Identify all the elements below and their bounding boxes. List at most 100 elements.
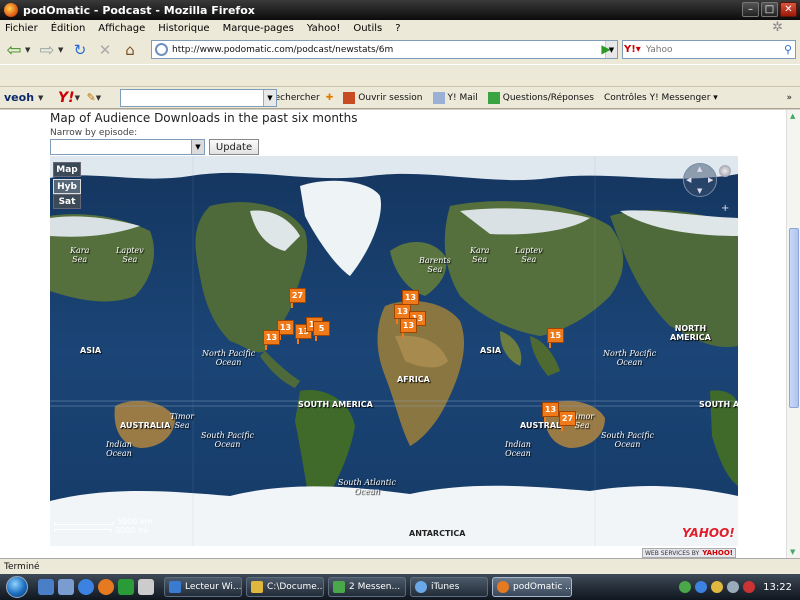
tray-messenger-icon[interactable] [679,581,692,593]
address-bar[interactable]: http://www.podomatic.com/podcast/newstat… [151,40,618,59]
vertical-scrollbar[interactable]: ▲ ▼ [786,110,800,558]
yahoo-search-field[interactable]: ▼ [120,89,277,107]
start-button[interactable] [0,574,34,600]
veoh-dropdown[interactable]: ▼ [38,94,46,102]
forward-history-dropdown[interactable]: ▼ [58,46,66,54]
messenger-button[interactable]: Contrôles Y! Messenger ▾ [604,93,718,103]
menu-yahoo[interactable]: Yahoo! [307,23,340,34]
download-marker[interactable]: 27 [559,411,576,431]
pan-up-icon[interactable]: ▲ [697,165,702,173]
messenger-icon [333,581,345,593]
firefox-quicklaunch-icon[interactable] [98,579,114,595]
download-marker[interactable]: 27 [289,288,306,308]
search-input[interactable] [646,44,766,55]
download-marker[interactable]: 13 [402,290,419,310]
address-url[interactable]: http://www.podomatic.com/podcast/newstat… [172,45,605,55]
answers-label: Questions/Réponses [502,92,594,103]
menu-help[interactable]: ? [395,23,400,34]
download-marker[interactable]: 13 [400,318,417,338]
menu-outils[interactable]: Outils [353,23,382,34]
close-button[interactable]: ✕ [780,2,797,17]
plus-icon[interactable]: ✚ [326,93,334,103]
scale-bar-mi [54,529,112,532]
download-marker[interactable]: 5 [313,321,330,341]
zoom-knob[interactable] [719,165,731,177]
media-icon[interactable] [118,579,134,595]
download-marker[interactable]: 13 [263,330,280,350]
menu-fichier[interactable]: Fichier [5,23,38,34]
switch-windows-icon[interactable] [58,579,74,595]
yahoo-search-dropdown[interactable]: ▼ [263,90,276,106]
show-desktop-icon[interactable] [38,579,54,595]
search-icon[interactable]: ⚲ [784,43,792,56]
zoom-slider[interactable]: + [718,161,732,216]
map-type-satellite-button[interactable]: Sat [53,194,81,209]
search-box[interactable]: Y!▾ ⚲ [622,40,796,59]
label-indian-ocean-1: Indian Ocean [106,440,132,458]
pan-left-icon[interactable]: ◀ [686,176,691,184]
map-type-map-button[interactable]: Map [53,162,81,177]
ie-icon[interactable] [78,579,94,595]
pencil-dropdown[interactable]: ▼ [96,94,104,102]
pan-down-icon[interactable]: ▼ [697,187,702,195]
app-icon[interactable] [138,579,154,595]
search-engine-icon[interactable]: Y!▾ [624,42,646,57]
web-services-badge[interactable]: WEB SERVICES BY YAHOO! [642,548,736,558]
menu-affichage[interactable]: Affichage [98,23,145,34]
back-button[interactable]: ⇦ [3,39,25,61]
episode-select[interactable]: ▼ [50,139,205,155]
tray-security-icon[interactable] [711,581,724,593]
answers-icon [487,91,500,104]
label-south-pacific-1: South Pacific Ocean [201,431,255,449]
task-messenger[interactable]: 2 Messen... [328,577,406,597]
label-north-america: NORTH AMERICA [670,324,711,342]
open-session-label: Ouvrir session [358,92,423,103]
toolbar-overflow-button[interactable]: » [786,93,792,103]
chevron-down-icon[interactable]: ▼ [191,140,204,154]
download-marker[interactable]: 15 [547,328,564,348]
update-button[interactable]: Update [209,139,259,155]
scale-km-label: 5000 km [117,517,153,526]
forward-button[interactable]: ⇨ [36,39,58,61]
yahoo-dropdown[interactable]: ▼ [75,94,83,102]
menu-historique[interactable]: Historique [158,23,209,34]
tray-volume-icon[interactable] [727,581,740,593]
menu-marque-pages[interactable]: Marque-pages [223,23,294,34]
download-marker[interactable]: 13 [542,402,559,422]
clock[interactable]: 13:22 [763,582,792,593]
yahoo-toolbar-logo[interactable]: Y! [58,90,75,106]
mail-button[interactable]: Y! Mail [432,91,478,104]
task-explorer[interactable]: C:\Docume... [246,577,324,597]
tray-network-icon[interactable] [695,581,708,593]
scale-bar-km [54,522,114,525]
maximize-button[interactable]: □ [761,2,778,17]
menu-edition[interactable]: Édition [51,23,86,34]
scroll-down-icon[interactable]: ▼ [790,548,795,556]
zoom-in-icon[interactable]: + [721,203,729,214]
reload-button[interactable]: ↻ [69,39,91,61]
tray-alert-icon[interactable] [743,581,756,593]
open-session-button[interactable]: Ouvrir session [343,91,423,104]
label-south-pacific-2: South Pacific Ocean [601,431,655,449]
scrollbar-thumb[interactable] [789,228,799,408]
world-map[interactable]: Map Hyb Sat ▲ ◀ ▶ ▼ + Kara Sea Laptev Sea … [50,156,738,546]
pencil-icon[interactable]: ✎ [87,91,96,104]
folder-icon [251,581,263,593]
veoh-logo[interactable]: veoh [4,91,34,104]
itunes-icon [415,581,427,593]
task-podomatic-firefox[interactable]: podOmatic ... [492,577,572,597]
home-button[interactable]: ⌂ [119,39,141,61]
go-button[interactable]: ▶ [598,41,614,57]
answers-button[interactable]: Questions/Réponses [487,91,594,104]
pan-control[interactable]: ▲ ◀ ▶ ▼ [683,163,717,197]
minimize-button[interactable]: – [742,2,759,17]
task-itunes[interactable]: iTunes [410,577,488,597]
stop-button[interactable]: ✕ [94,39,116,61]
pan-right-icon[interactable]: ▶ [708,176,713,184]
label-kara-sea-2: Kara Sea [470,246,490,264]
back-history-dropdown[interactable]: ▼ [25,46,33,54]
task-windows-media-player[interactable]: Lecteur Wi... [164,577,242,597]
map-type-hybrid-button[interactable]: Hyb [53,179,81,194]
label-australia-1: AUSTRALIA [120,421,171,430]
scroll-up-icon[interactable]: ▲ [790,112,795,120]
